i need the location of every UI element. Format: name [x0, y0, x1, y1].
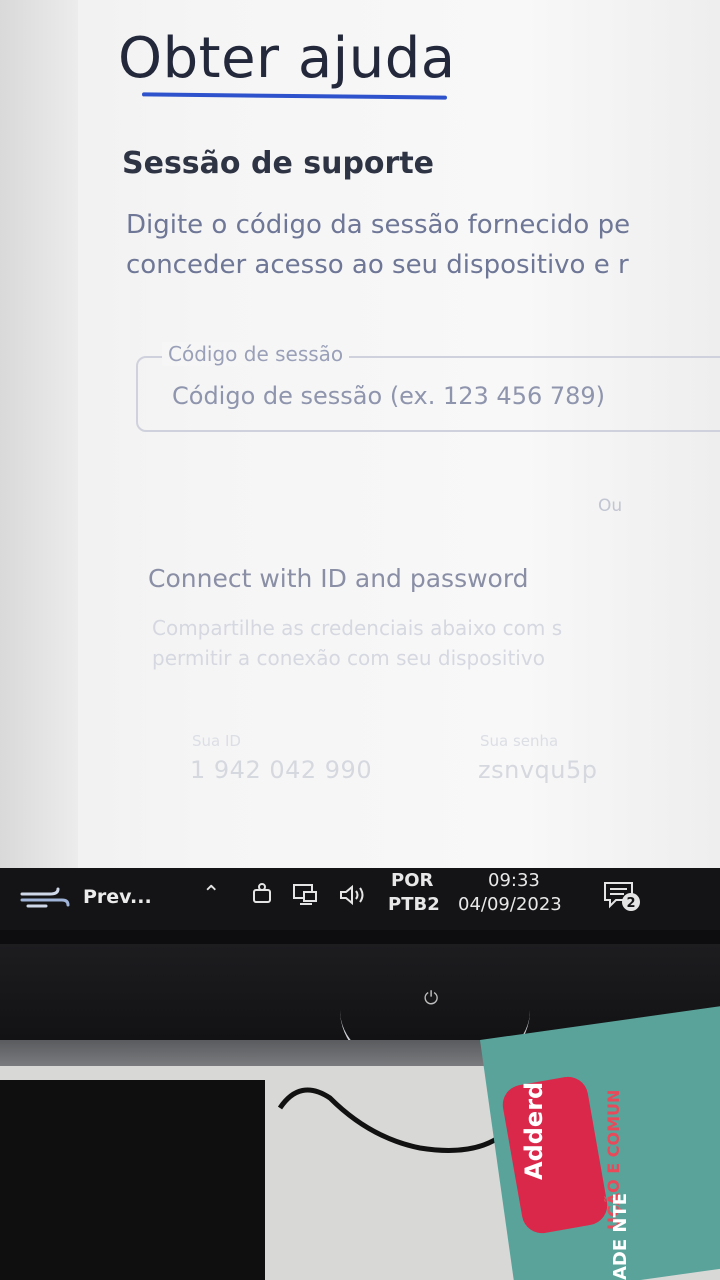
support-session-heading: Sessão de suporte — [122, 146, 435, 181]
book-logo-text: Adderd — [520, 1081, 548, 1180]
clock-date[interactable]: 04/09/2023 — [458, 894, 562, 915]
session-code-input[interactable] — [158, 376, 720, 416]
meet-icon[interactable] — [250, 882, 276, 914]
monitor-bezel-edge — [0, 930, 720, 944]
notification-count: 2 — [626, 896, 635, 911]
support-description-line-1: Digite o código da sessão fornecido pe — [126, 210, 631, 240]
left-panel — [0, 0, 78, 872]
your-id-label: Sua ID — [192, 732, 241, 750]
session-code-label: Código de sessão — [162, 342, 350, 366]
connect-id-password-heading: Connect with ID and password — [148, 564, 529, 593]
taskbar-app-label[interactable]: Prev... — [83, 886, 152, 908]
chevron-up-icon[interactable]: ⌃ — [202, 882, 220, 907]
notification-center-icon[interactable]: 2 — [602, 880, 642, 912]
taskbar: Prev... ⌃ POR PTB2 09:33 04/09/2023 2 — [0, 868, 720, 930]
title-underline — [141, 92, 448, 100]
monitor-screen: Obter ajuda Sessão de suporte Digite o c… — [0, 0, 720, 872]
volume-icon[interactable] — [338, 882, 368, 914]
your-password-label: Sua senha — [480, 732, 559, 750]
monitor-stand-base — [0, 1080, 265, 1280]
or-separator: Ou — [598, 496, 623, 516]
support-description-line-2: conceder acesso ao seu dispositivo e r — [126, 250, 629, 280]
cable — [277, 1087, 500, 1153]
language-indicator[interactable]: POR — [391, 870, 433, 891]
keyboard-layout-indicator[interactable]: PTB2 — [388, 894, 440, 915]
book-white-text: ADE NTE — [610, 1192, 631, 1280]
power-icon[interactable]: ⏻ — [424, 988, 438, 1009]
clock-time[interactable]: 09:33 — [488, 870, 540, 891]
share-credentials-line-1: Compartilhe as credenciais abaixo com s — [152, 616, 563, 640]
network-icon[interactable] — [292, 882, 320, 914]
page-title: Obter ajuda — [118, 26, 456, 91]
share-credentials-line-2: permitir a conexão com seu dispositivo — [152, 646, 545, 670]
wind-icon[interactable] — [20, 884, 70, 912]
photo-of-monitor: Obter ajuda Sessão de suporte Digite o c… — [0, 0, 720, 1280]
your-id-value: 1 942 042 990 — [190, 756, 373, 784]
your-password-value: zsnvqu5p — [478, 756, 598, 784]
